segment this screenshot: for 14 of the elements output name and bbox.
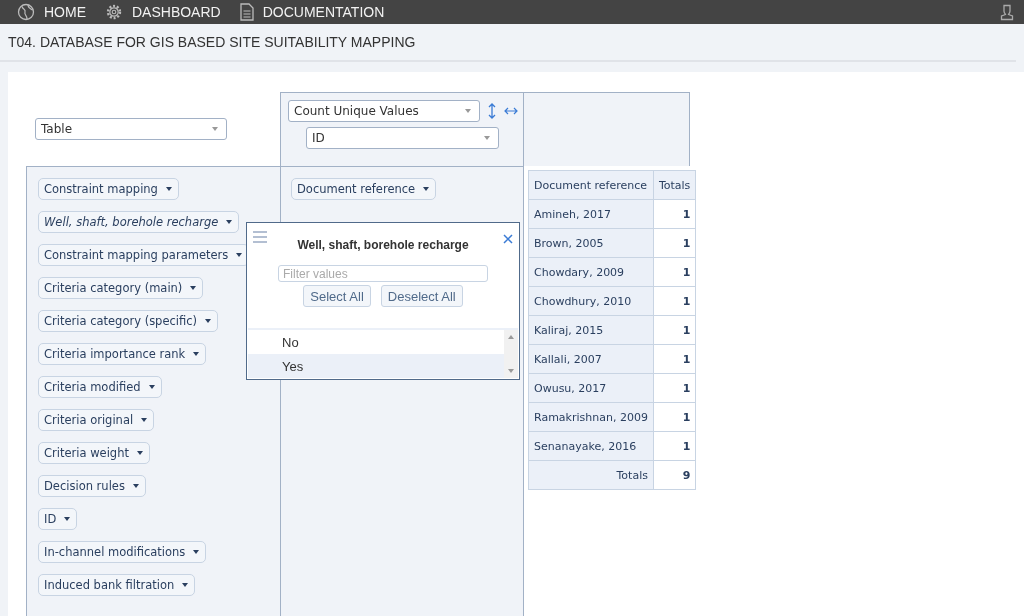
popup-title: Well, shaft, borehole recharge xyxy=(297,238,469,252)
row-label: Kallali, 2007 xyxy=(528,344,654,374)
totals-label: Totals xyxy=(528,460,654,490)
column-header: Totals xyxy=(653,170,696,200)
row-label: Amineh, 2017 xyxy=(528,199,654,229)
row-label: Chowdary, 2009 xyxy=(528,257,654,287)
row-label: Senanayake, 2016 xyxy=(528,431,654,461)
row-label: Kaliraj, 2015 xyxy=(528,315,654,345)
row-label: Owusu, 2017 xyxy=(528,373,654,403)
page-title: T04. DATABASE FOR GIS BASED SITE SUITABILITY MAPPING xyxy=(8,34,416,50)
row-label: Ramakrishnan, 2009 xyxy=(528,402,654,432)
row-label: Chowdhury, 2010 xyxy=(528,286,654,316)
column-header: Document reference xyxy=(528,170,654,200)
row-label: Brown, 2005 xyxy=(528,228,654,258)
